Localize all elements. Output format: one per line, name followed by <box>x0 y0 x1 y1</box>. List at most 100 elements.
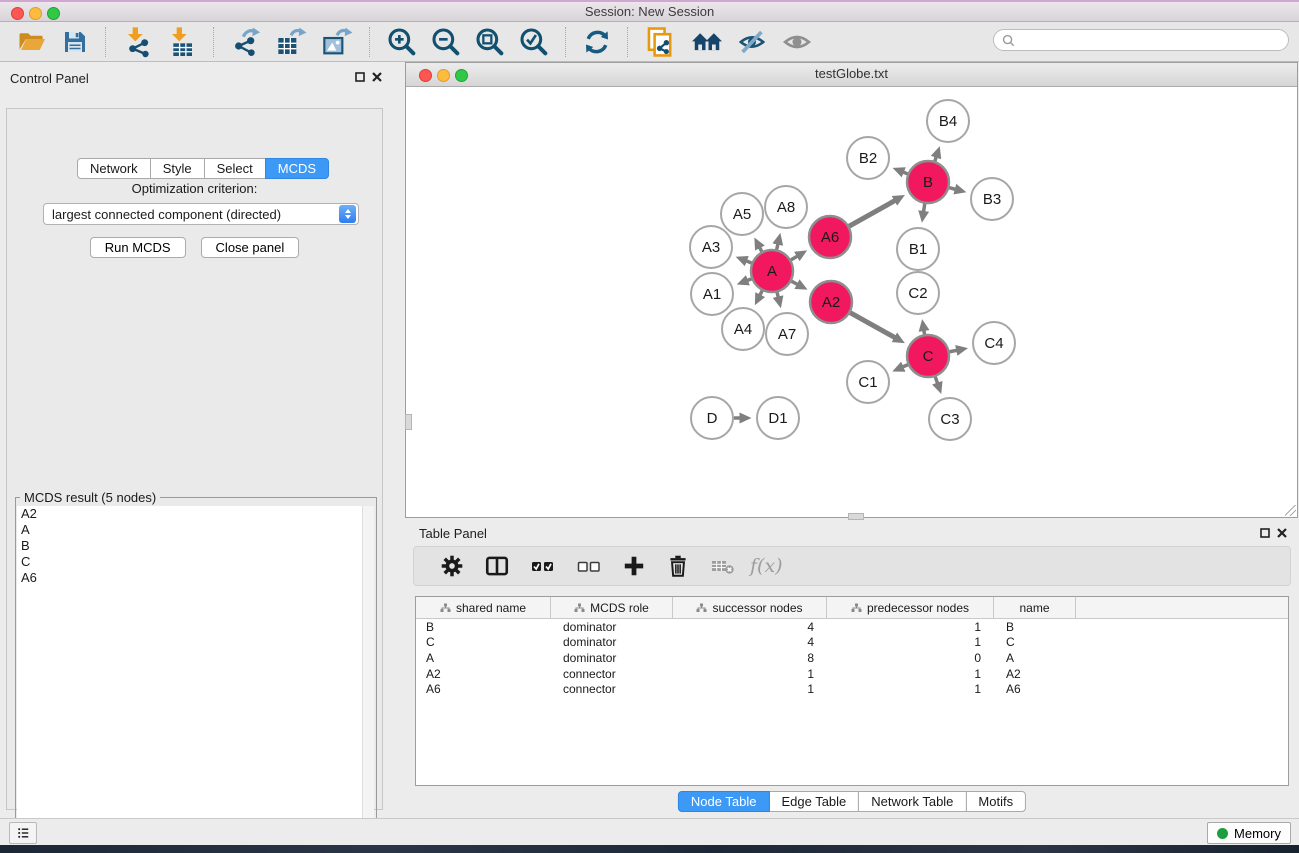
graph-edge-B-B2[interactable] <box>902 172 907 174</box>
tab-network-table[interactable]: Network Table <box>858 791 966 812</box>
graph-edge-A2-C[interactable] <box>850 313 895 338</box>
result-item[interactable]: A2 <box>17 506 374 522</box>
hide-panels-button[interactable] <box>734 25 770 59</box>
tab-select[interactable]: Select <box>204 158 266 179</box>
graph-edge-A-A6[interactable] <box>791 256 798 260</box>
add-column-button[interactable] <box>619 551 649 581</box>
resize-grip[interactable] <box>1285 505 1296 516</box>
zoom-in-button[interactable] <box>384 24 420 60</box>
minimize-network-button[interactable] <box>437 69 450 82</box>
graph-edge-A-A7[interactable] <box>777 292 778 298</box>
graph-edge-C-C4[interactable] <box>950 350 958 352</box>
function-builder-button[interactable]: f(x) <box>750 555 783 577</box>
zoom-out-button[interactable] <box>428 24 464 60</box>
graph-node-A[interactable]: A <box>751 250 793 292</box>
table-row[interactable]: Adominator80A <box>416 650 1288 666</box>
column-header-shared-name[interactable]: shared name <box>416 597 551 618</box>
close-network-button[interactable] <box>419 69 432 82</box>
graph-node-C1[interactable]: C1 <box>847 361 889 403</box>
graph-node-C3[interactable]: C3 <box>929 398 971 440</box>
memory-button[interactable]: Memory <box>1207 822 1291 844</box>
graph-edge-C-C1[interactable] <box>902 365 908 368</box>
delete-column-button[interactable] <box>663 551 693 581</box>
column-header-predecessor-nodes[interactable]: predecessor nodes <box>827 597 994 618</box>
select-all-button[interactable] <box>527 552 559 580</box>
reset-view-button[interactable] <box>688 25 726 59</box>
tab-node-table[interactable]: Node Table <box>678 791 770 812</box>
refresh-view-button[interactable] <box>580 25 614 59</box>
graph-edge-B-B4[interactable] <box>935 156 937 161</box>
import-table-button[interactable] <box>164 24 200 60</box>
save-session-button[interactable] <box>58 25 92 59</box>
result-item[interactable]: A <box>17 522 374 538</box>
run-mcds-button[interactable]: Run MCDS <box>90 237 186 258</box>
graph-node-C4[interactable]: C4 <box>973 322 1015 364</box>
bottom-grip-handle[interactable] <box>848 513 864 520</box>
graph-node-A5[interactable]: A5 <box>721 193 763 235</box>
delete-table-button[interactable] <box>707 552 739 580</box>
result-item[interactable]: C <box>17 554 374 570</box>
column-header-successor-nodes[interactable]: successor nodes <box>673 597 827 618</box>
close-panel-button[interactable]: Close panel <box>201 237 300 258</box>
graph-node-D1[interactable]: D1 <box>757 397 799 439</box>
close-panel-icon[interactable] <box>372 72 382 82</box>
zoom-fit-button[interactable] <box>472 24 508 60</box>
graph-node-B2[interactable]: B2 <box>847 137 889 179</box>
graph-node-A2[interactable]: A2 <box>810 281 852 323</box>
graph-edge-A-A3[interactable] <box>745 261 751 263</box>
graph-edge-A-A1[interactable] <box>747 279 752 281</box>
graph-edge-C-C3[interactable] <box>935 377 938 384</box>
network-canvas[interactable]: AA1A2A3A4A5A6A7A8BB1B2B3B4CC1C2C3C4DD1 <box>406 87 1297 517</box>
graph-node-B1[interactable]: B1 <box>897 228 939 270</box>
zoom-selected-button[interactable] <box>516 24 552 60</box>
graph-node-A3[interactable]: A3 <box>690 226 732 268</box>
column-header-MCDS-role[interactable]: MCDS role <box>551 597 673 618</box>
deselect-all-button[interactable] <box>573 552 605 580</box>
graph-node-A4[interactable]: A4 <box>722 308 764 350</box>
tab-style[interactable]: Style <box>150 158 205 179</box>
left-grip-handle[interactable] <box>405 414 412 430</box>
tab-mcds[interactable]: MCDS <box>265 158 329 179</box>
export-network-button[interactable] <box>228 24 264 60</box>
network-from-selection-button[interactable] <box>642 23 680 61</box>
column-header-name[interactable]: name <box>994 597 1076 618</box>
close-table-panel-icon[interactable] <box>1277 528 1287 538</box>
graph-edge-A-A8[interactable] <box>777 243 778 249</box>
open-session-button[interactable] <box>14 25 50 59</box>
table-row[interactable]: Bdominator41B <box>416 619 1288 635</box>
result-list-scrollbar[interactable] <box>362 506 374 843</box>
column-layout-button[interactable] <box>481 551 513 581</box>
search-box[interactable] <box>993 29 1289 51</box>
graph-node-B4[interactable]: B4 <box>927 100 969 142</box>
close-window-button[interactable] <box>11 7 24 20</box>
float-panel-icon[interactable] <box>355 72 365 82</box>
result-item[interactable]: B <box>17 538 374 554</box>
graph-edge-A6-B[interactable] <box>849 200 896 226</box>
graph-edge-A-A2[interactable] <box>791 281 798 285</box>
graph-node-C2[interactable]: C2 <box>897 272 939 314</box>
network-window-title-bar[interactable]: testGlobe.txt <box>406 63 1297 87</box>
result-item[interactable]: A6 <box>17 570 374 586</box>
float-table-panel-icon[interactable] <box>1260 528 1270 538</box>
graph-edge-B-B1[interactable] <box>923 204 924 213</box>
import-network-button[interactable] <box>120 24 156 60</box>
search-input[interactable] <box>1020 32 1280 48</box>
minimize-window-button[interactable] <box>29 7 42 20</box>
zoom-window-button[interactable] <box>47 7 60 20</box>
graph-node-A7[interactable]: A7 <box>766 313 808 355</box>
mcds-result-list[interactable]: A2ABCA6 <box>17 506 374 843</box>
show-panels-button[interactable] <box>778 25 816 59</box>
zoom-network-button[interactable] <box>455 69 468 82</box>
node-table[interactable]: shared nameMCDS rolesuccessor nodesprede… <box>415 596 1289 786</box>
graph-node-A8[interactable]: A8 <box>765 186 807 228</box>
network-graph[interactable]: AA1A2A3A4A5A6A7A8BB1B2B3B4CC1C2C3C4DD1 <box>406 87 1297 517</box>
task-history-button[interactable] <box>9 822 37 844</box>
graph-edge-B-B3[interactable] <box>949 188 956 190</box>
graph-node-A1[interactable]: A1 <box>691 273 733 315</box>
tab-edge-table[interactable]: Edge Table <box>768 791 859 812</box>
table-row[interactable]: Cdominator41C <box>416 635 1288 651</box>
graph-node-B[interactable]: B <box>907 161 949 203</box>
table-row[interactable]: A2connector11A2 <box>416 666 1288 682</box>
graph-node-D[interactable]: D <box>691 397 733 439</box>
graph-node-C[interactable]: C <box>907 335 949 377</box>
